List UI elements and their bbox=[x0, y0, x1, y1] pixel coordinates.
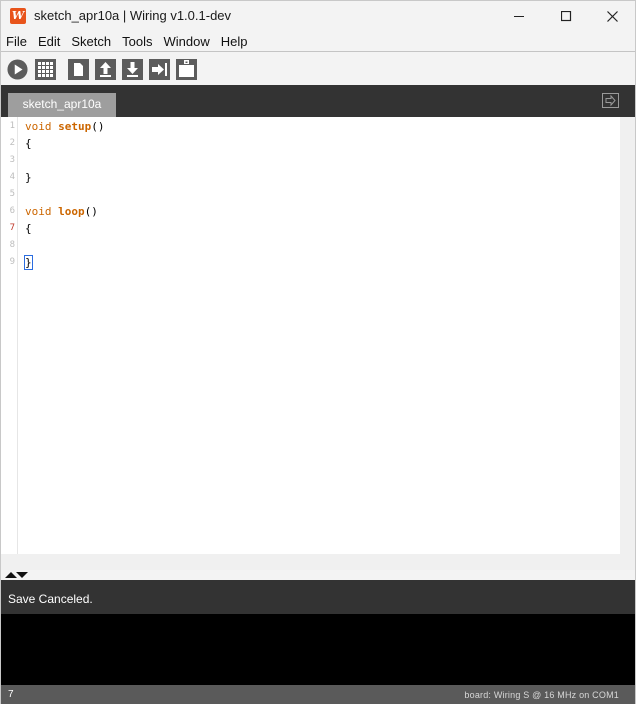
open-button[interactable] bbox=[95, 59, 116, 80]
console-output[interactable] bbox=[1, 614, 635, 685]
new-icon bbox=[68, 59, 89, 80]
save-icon bbox=[122, 59, 143, 80]
wiring-app-icon: W bbox=[10, 8, 26, 24]
menu-sketch[interactable]: Sketch bbox=[66, 32, 117, 52]
window-title: sketch_apr10a | Wiring v1.0.1-dev bbox=[34, 8, 232, 23]
maximize-icon bbox=[560, 11, 571, 22]
code-parens: () bbox=[91, 120, 105, 133]
keyword-void: void bbox=[25, 205, 52, 218]
tab-sketch-apr10a[interactable]: sketch_apr10a bbox=[8, 93, 116, 117]
upload-icon bbox=[149, 59, 170, 80]
editor-vertical-scrollbar[interactable] bbox=[620, 117, 635, 554]
footer-bar: 7 board: Wiring S @ 16 MHz on COM1 bbox=[1, 685, 635, 704]
stop-icon bbox=[35, 59, 56, 80]
menu-window[interactable]: Window bbox=[158, 32, 215, 52]
title-bar[interactable]: W sketch_apr10a | Wiring v1.0.1-dev bbox=[1, 1, 635, 32]
menu-tools[interactable]: Tools bbox=[117, 32, 158, 52]
run-button[interactable] bbox=[7, 59, 28, 80]
serial-monitor-button[interactable] bbox=[176, 59, 197, 80]
serial-monitor-icon bbox=[176, 59, 197, 80]
menu-file[interactable]: File bbox=[1, 32, 33, 52]
minimize-icon bbox=[513, 16, 524, 17]
line-number-gutter: 1 2 3 4 5 6 7 8 9 bbox=[1, 117, 18, 554]
tab-strip: sketch_apr10a bbox=[1, 85, 635, 117]
code-parens: () bbox=[84, 205, 98, 218]
run-icon bbox=[7, 59, 28, 80]
line-number: 2 bbox=[9, 138, 15, 148]
tab-menu-button[interactable] bbox=[602, 93, 619, 108]
close-icon bbox=[606, 11, 618, 22]
line-number: 4 bbox=[9, 172, 15, 182]
upload-button[interactable] bbox=[149, 59, 170, 80]
editor-horizontal-scrollbar[interactable] bbox=[1, 554, 635, 570]
code-editor[interactable]: 1 2 3 4 5 6 7 8 9 void setup() { } void … bbox=[1, 117, 620, 554]
collapse-down-icon[interactable] bbox=[16, 572, 28, 578]
new-button[interactable] bbox=[68, 59, 89, 80]
close-button[interactable] bbox=[589, 1, 635, 32]
function-setup: setup bbox=[58, 120, 92, 133]
code-line: } bbox=[25, 171, 32, 184]
matched-brace: } bbox=[24, 255, 33, 270]
maximize-button[interactable] bbox=[543, 1, 589, 32]
status-bar: Save Canceled. bbox=[1, 580, 635, 614]
board-info: board: Wiring S @ 16 MHz on COM1 bbox=[464, 690, 619, 700]
footer-line-number: 7 bbox=[8, 689, 14, 700]
line-number: 8 bbox=[9, 240, 15, 250]
line-number: 5 bbox=[9, 189, 15, 199]
code-line: { bbox=[25, 137, 32, 150]
toolbar bbox=[1, 52, 635, 85]
menu-help[interactable]: Help bbox=[216, 32, 254, 52]
current-line-number: 7 bbox=[9, 223, 15, 233]
keyword-void: void bbox=[25, 120, 52, 133]
status-message: Save Canceled. bbox=[8, 592, 93, 606]
code-line: } bbox=[24, 255, 33, 270]
stop-button[interactable] bbox=[35, 59, 56, 80]
line-number: 9 bbox=[9, 257, 15, 267]
save-button[interactable] bbox=[122, 59, 143, 80]
app-window: W sketch_apr10a | Wiring v1.0.1-dev File… bbox=[0, 0, 636, 704]
line-number: 3 bbox=[9, 155, 15, 165]
menu-bar: File Edit Sketch Tools Window Help bbox=[1, 32, 635, 52]
function-loop: loop bbox=[58, 205, 85, 218]
line-number: 6 bbox=[9, 206, 15, 216]
code-line: void setup() bbox=[25, 120, 105, 133]
console-divider[interactable] bbox=[1, 570, 635, 580]
minimize-button[interactable] bbox=[496, 1, 542, 32]
code-line: { bbox=[25, 222, 32, 235]
tab-menu-icon bbox=[602, 93, 619, 108]
line-number: 1 bbox=[9, 121, 15, 131]
code-line: void loop() bbox=[25, 205, 98, 218]
menu-edit[interactable]: Edit bbox=[33, 32, 66, 52]
open-icon bbox=[95, 59, 116, 80]
